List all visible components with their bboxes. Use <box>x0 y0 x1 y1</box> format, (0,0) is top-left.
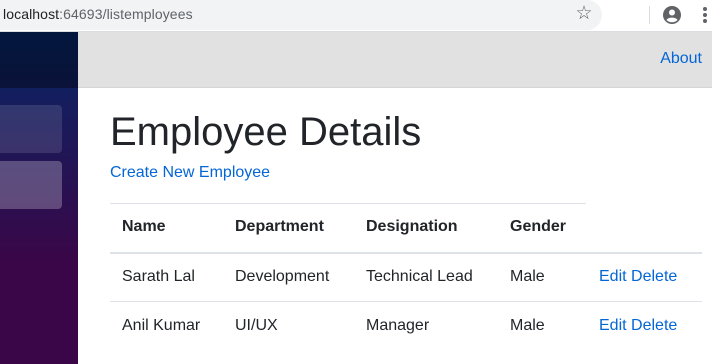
row-2-gender: Male <box>510 317 545 334</box>
row-1-designation: Technical Lead <box>366 268 473 285</box>
column-header-name: Name <box>122 218 166 235</box>
menu-icon[interactable] <box>702 5 708 25</box>
profile-icon[interactable] <box>662 5 682 25</box>
edit-link[interactable]: Edit <box>599 268 627 285</box>
row-1-department: Development <box>235 268 330 285</box>
create-new-employee-link[interactable]: Create New Employee <box>110 164 270 182</box>
sidebar-item-1[interactable] <box>0 105 62 153</box>
sidebar-item-2[interactable]: s <box>0 161 62 209</box>
table-top-border <box>110 203 586 204</box>
row-2-name: Anil Kumar <box>122 317 201 334</box>
page-title: Employee Details <box>110 110 422 154</box>
row-2-actions: Edit Delete <box>599 317 677 335</box>
column-header-designation: Designation <box>366 218 458 235</box>
delete-link[interactable]: Delete <box>631 268 677 285</box>
header-divider <box>110 252 702 254</box>
sidebar-brand-area <box>0 32 78 88</box>
url-path: :64693/listemployees <box>59 6 193 22</box>
address-bar[interactable]: localhost:64693/listemployees ☆ <box>0 0 602 30</box>
column-header-department: Department <box>235 218 324 235</box>
row-1-actions: Edit Delete <box>599 268 677 286</box>
url-text[interactable]: localhost:64693/listemployees <box>3 6 193 22</box>
column-header-gender: Gender <box>510 218 567 235</box>
row-1-gender: Male <box>510 268 545 285</box>
row-divider <box>110 301 702 302</box>
row-1-name: Sarath Lal <box>122 268 195 285</box>
star-icon[interactable]: ☆ <box>575 4 593 24</box>
row-2-department: UI/UX <box>235 317 278 334</box>
delete-link[interactable]: Delete <box>631 317 677 334</box>
about-link[interactable]: About <box>660 50 702 68</box>
edit-link[interactable]: Edit <box>599 317 627 334</box>
row-2-designation: Manager <box>366 317 430 334</box>
toolbar-divider <box>649 6 650 24</box>
url-host: localhost <box>3 6 60 22</box>
browser-toolbar: localhost:64693/listemployees ☆ <box>0 0 712 32</box>
top-row: About <box>78 32 712 88</box>
sidebar: s <box>0 32 78 364</box>
